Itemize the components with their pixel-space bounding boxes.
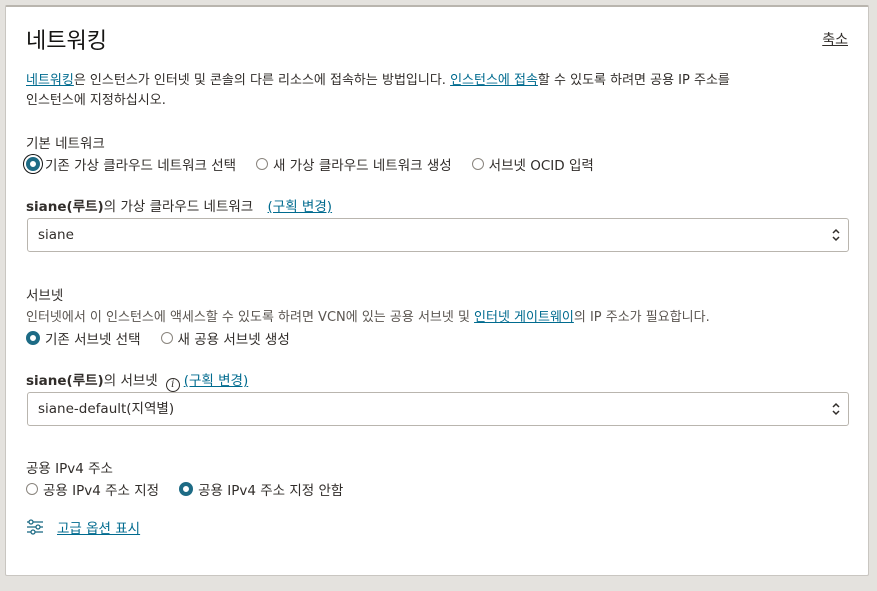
info-icon[interactable]: i — [165, 378, 180, 392]
page-title: 네트워킹 — [26, 29, 107, 54]
radio-label: 기존 가상 클라우드 네트워크 선택 — [45, 158, 237, 174]
vcn-label: siane(루트)의 가상 클라우드 네트워크 (구획 변경) — [26, 195, 332, 215]
subnet-select-value: siane-default(지역별) — [38, 401, 175, 417]
subnet-section-label: 서브넷 — [26, 288, 64, 304]
networking-link[interactable]: 네트워킹 — [26, 73, 74, 88]
collapse-link[interactable]: 축소 — [822, 29, 848, 49]
intro-text-line2: 인스턴스에 지정하십시오. — [26, 93, 166, 108]
subnet-help-text-1: 인터넷에서 이 인스턴스에 액세스할 수 있도록 하려면 VCN에 있는 공용 … — [26, 310, 475, 325]
radio-assign-public-ip[interactable]: 공용 IPv4 주소 지정 — [26, 479, 159, 499]
radio-label: 새 공용 서브넷 생성 — [177, 332, 290, 348]
subnet-help-text: 인터넷에서 이 인스턴스에 액세스할 수 있도록 하려면 VCN에 있는 공용 … — [26, 306, 710, 325]
vcn-select[interactable]: siane — [27, 218, 849, 252]
sliders-icon — [27, 519, 43, 535]
select-chevron-icon — [832, 228, 840, 242]
advanced-options-link[interactable]: 고급 옵션 표시 — [57, 517, 140, 537]
subnet-label-suffix: 의 서브넷 — [103, 373, 158, 389]
vcn-label-suffix: 의 가상 클라우드 네트워크 — [103, 199, 254, 215]
radio-subnet-ocid[interactable]: 서브넷 OCID 입력 — [471, 154, 594, 174]
select-chevron-icon — [832, 402, 840, 416]
radio-label: 서브넷 OCID 입력 — [488, 158, 594, 174]
subnet-help-text-2: 의 IP 주소가 필요합니다. — [573, 310, 710, 325]
intro-text: 네트워킹은 인스턴스가 인터넷 및 콘솔의 다른 리소스에 접속하는 방법입니다… — [26, 69, 730, 88]
radio-button-selected[interactable] — [26, 157, 40, 171]
intro-text-1: 은 인스턴스가 인터넷 및 콘솔의 다른 리소스에 접속하는 방법입니다. — [73, 73, 451, 88]
radio-new-public-subnet[interactable]: 새 공용 서브넷 생성 — [160, 328, 290, 348]
radio-existing-vcn[interactable]: 기존 가상 클라우드 네트워크 선택 — [26, 154, 236, 174]
primary-network-label: 기본 네트워크 — [26, 136, 105, 152]
radio-new-vcn[interactable]: 새 가상 클라우드 네트워크 생성 — [256, 154, 452, 174]
radio-button-selected[interactable] — [26, 331, 40, 345]
connect-instance-link[interactable]: 인스턴스에 접속 — [450, 73, 538, 88]
internet-gateway-link[interactable]: 인터넷 게이트웨이 — [474, 310, 574, 325]
advanced-options-toggle[interactable]: 고급 옵션 표시 — [26, 517, 140, 537]
subnet-radio-group: 기존 서브넷 선택 새 공용 서브넷 생성 — [26, 328, 310, 348]
radio-button-selected[interactable] — [179, 482, 194, 496]
radio-label: 기존 서브넷 선택 — [45, 332, 141, 348]
subnet-label: siane(루트)의 서브넷 i (구획 변경) — [26, 369, 248, 392]
radio-button[interactable] — [26, 483, 38, 495]
radio-button[interactable] — [471, 158, 484, 170]
networking-panel: 네트워킹 축소 네트워킹은 인스턴스가 인터넷 및 콘솔의 다른 리소스에 접속… — [5, 5, 869, 576]
vcn-change-compartment-link[interactable]: (구획 변경) — [268, 199, 333, 215]
public-ip-label: 공용 IPv4 주소 — [26, 461, 113, 477]
subnet-compartment: siane(루트) — [26, 373, 104, 389]
radio-no-public-ip[interactable]: 공용 IPv4 주소 지정 안함 — [179, 479, 343, 499]
vcn-compartment: siane(루트) — [26, 199, 104, 215]
subnet-change-compartment-link[interactable]: (구획 변경) — [184, 373, 249, 389]
radio-label: 공용 IPv4 주소 지정 — [43, 483, 160, 499]
radio-label: 공용 IPv4 주소 지정 안함 — [198, 483, 344, 499]
radio-label: 새 가상 클라우드 네트워크 생성 — [273, 158, 452, 174]
primary-network-radio-group: 기존 가상 클라우드 네트워크 선택 새 가상 클라우드 네트워크 생성 서브넷… — [26, 154, 614, 174]
public-ip-radio-group: 공용 IPv4 주소 지정 공용 IPv4 주소 지정 안함 — [26, 479, 363, 499]
radio-existing-subnet[interactable]: 기존 서브넷 선택 — [26, 328, 141, 348]
radio-button[interactable] — [256, 158, 269, 170]
subnet-select[interactable]: siane-default(지역별) — [27, 392, 849, 426]
radio-button[interactable] — [160, 332, 173, 344]
vcn-select-value: siane — [38, 227, 74, 243]
intro-text-2: 할 수 있도록 하려면 공용 IP 주소를 — [537, 73, 730, 88]
